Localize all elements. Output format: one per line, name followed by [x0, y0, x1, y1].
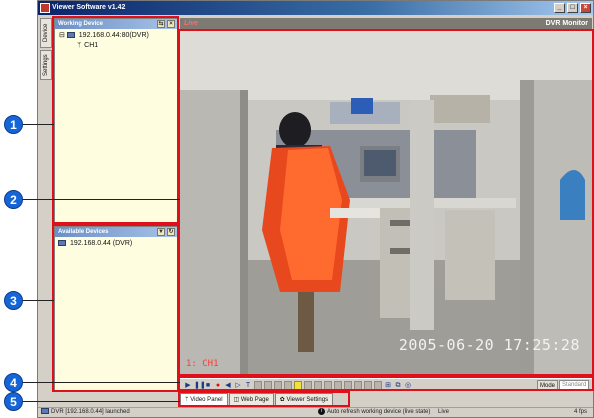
status-left: DVR [192.168.0.44] launched — [41, 408, 130, 417]
settings-icon: ✿ — [279, 397, 287, 403]
web-icon: ◫ — [233, 397, 241, 403]
channel-5-icon[interactable] — [344, 380, 352, 390]
leader-line-5 — [22, 401, 180, 402]
channel-7-icon[interactable] — [364, 380, 372, 390]
callout-4: 4 — [4, 373, 23, 392]
mode-label: Mode — [536, 380, 558, 390]
channel-2-icon[interactable] — [314, 380, 322, 390]
close-button[interactable]: × — [580, 3, 591, 13]
dvr-icon — [41, 408, 49, 415]
status-middle: i Auto refresh working device (live state… — [318, 408, 430, 417]
tab-video-panel[interactable]: ᛘ Video Panel — [180, 393, 228, 407]
camera-view — [180, 30, 592, 376]
refresh-icon[interactable]: ↻ — [167, 228, 175, 236]
remove-icon[interactable]: × — [167, 20, 175, 28]
playback-toolbar: ▶ ❚❚ ■ ● ◀ ▷ T ⊞ ⧉ ◎ Mode Standard — [180, 378, 592, 391]
monitor-title: DVR Monitor — [545, 20, 588, 27]
bottom-tab-strip: ᛘ Video Panel ◫ Web Page ✿ Viewer Settin… — [180, 393, 334, 407]
window-controls: _ □ × — [554, 3, 591, 13]
status-left-text: DVR [192.168.0.44] launched — [51, 409, 130, 415]
minimize-button[interactable]: _ — [554, 3, 565, 13]
pause-icon[interactable]: ❚❚ — [194, 381, 206, 390]
callout-2: 2 — [4, 190, 23, 209]
viewer-window: Viewer Software v1.42 _ □ × Device Setti… — [37, 0, 594, 418]
window-title: Viewer Software v1.42 — [52, 4, 126, 11]
monitor-header: Live DVR Monitor — [180, 18, 592, 30]
connect-icon[interactable]: ⇆ — [157, 20, 165, 28]
app-icon — [40, 3, 50, 13]
available-devices-title: Available Devices — [58, 229, 109, 235]
leader-line-2 — [22, 199, 180, 200]
side-tab-strip: Device Settings — [40, 18, 52, 408]
live-label: Live — [184, 20, 199, 27]
snapshot-icon[interactable] — [254, 380, 262, 390]
leader-line-1 — [22, 124, 54, 125]
prev-icon[interactable]: ◀ — [224, 381, 232, 390]
dvr-icon — [58, 240, 66, 247]
channel-6-icon[interactable] — [354, 380, 362, 390]
host-label: 192.168.0.44:80(DVR) — [78, 32, 149, 39]
mode-select[interactable]: Standard — [559, 380, 589, 390]
channel-label: CH1 — [84, 42, 99, 49]
callout-1: 1 — [4, 115, 23, 134]
list-item[interactable]: 192.168.0.44 (DVR) — [55, 239, 177, 249]
tree-row-host[interactable]: ⊟ 192.168.0.44:80(DVR) — [55, 31, 177, 41]
callout-5: 5 — [4, 392, 23, 411]
available-devices-header: Available Devices ▼ ↻ — [55, 227, 177, 237]
status-fps: 4 fps — [573, 409, 587, 415]
status-bar: DVR [192.168.0.44] launched i Auto refres… — [38, 407, 593, 417]
copy-icon[interactable]: ⧉ — [394, 381, 402, 390]
available-devices-panel: Available Devices ▼ ↻ 192.168.0.44 (DVR) — [54, 226, 178, 391]
video-channel-label: 1: CH1 — [186, 359, 219, 369]
status-middle-text: Auto refresh working device (live state) — [327, 409, 431, 416]
video-timestamp: 2005-06-20 17:25:28 — [398, 336, 580, 354]
tab-viewer-settings[interactable]: ✿ Viewer Settings — [274, 393, 334, 407]
status-live: Live — [438, 409, 450, 415]
camera-icon: ᛘ — [77, 42, 82, 49]
stop-icon[interactable]: ■ — [204, 381, 212, 390]
zoom-icon[interactable]: ⊞ — [384, 381, 392, 390]
tab-video-panel-label: Video Panel — [190, 397, 223, 403]
maximize-button[interactable]: □ — [567, 3, 578, 13]
leader-line-3 — [22, 300, 54, 301]
audio-icon[interactable]: ◎ — [404, 381, 412, 390]
layout-grid-icon[interactable] — [274, 380, 282, 390]
next-icon[interactable]: ▷ — [234, 381, 242, 390]
channel-4-icon[interactable] — [334, 380, 342, 390]
play-icon[interactable]: ▶ — [184, 381, 192, 390]
channel-1-icon[interactable] — [304, 380, 312, 390]
tab-web-page-label: Web Page — [240, 397, 269, 403]
working-device-panel: Working Device ⇆ × ⊟ 192.168.0.44:80(DVR… — [54, 18, 178, 223]
tab-web-page[interactable]: ◫ Web Page — [228, 393, 274, 407]
info-icon: i — [318, 408, 325, 415]
tab-viewer-settings-label: Viewer Settings — [286, 397, 329, 403]
highlight-icon[interactable] — [294, 380, 302, 390]
record-icon[interactable]: ● — [214, 381, 222, 390]
tree-row-channel[interactable]: ᛘ CH1 — [55, 41, 177, 51]
text-icon[interactable]: T — [244, 381, 252, 390]
device-label: 192.168.0.44 (DVR) — [69, 240, 133, 247]
tree-expand-icon[interactable]: ⊟ — [59, 32, 65, 39]
tab-settings[interactable]: Settings — [40, 50, 52, 80]
channel-8-icon[interactable] — [374, 380, 382, 390]
layout-single-icon[interactable] — [284, 380, 292, 390]
tab-device[interactable]: Device — [40, 18, 52, 48]
filter-icon[interactable]: ▼ — [157, 228, 165, 236]
working-device-title: Working Device — [58, 21, 103, 27]
callout-3: 3 — [4, 291, 23, 310]
dvr-icon — [66, 32, 75, 39]
title-bar: Viewer Software v1.42 _ □ × — [38, 1, 593, 15]
channel-3-icon[interactable] — [324, 380, 332, 390]
layout-quad-icon[interactable] — [264, 380, 272, 390]
video-panel[interactable]: 2005-06-20 17:25:28 1: CH1 — [180, 30, 592, 376]
leader-line-4 — [22, 382, 180, 383]
working-device-header: Working Device ⇆ × — [55, 19, 177, 29]
